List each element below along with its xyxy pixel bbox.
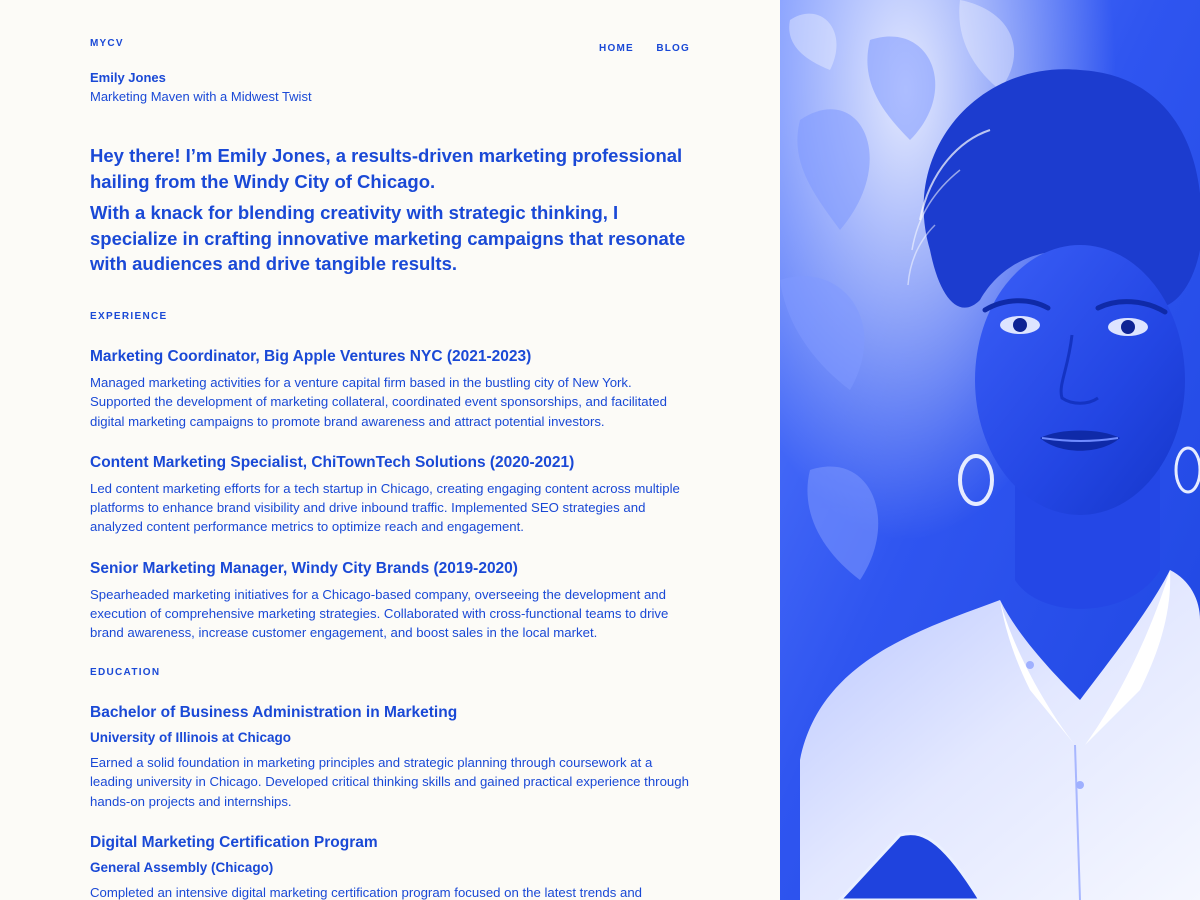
nav-links: HOME BLOG bbox=[581, 38, 690, 56]
education-entry: Digital Marketing Certification Program … bbox=[90, 833, 690, 900]
experience-entry: Content Marketing Specialist, ChiTownTec… bbox=[90, 453, 690, 537]
education-title: Bachelor of Business Administration in M… bbox=[90, 704, 458, 721]
education-school: General Assembly (Chicago) bbox=[90, 859, 274, 875]
education-section: EDUCATION Bachelor of Business Administr… bbox=[90, 667, 690, 900]
person-name: Emily Jones bbox=[90, 70, 166, 85]
experience-title: Content Marketing Specialist, ChiTownTec… bbox=[90, 453, 575, 471]
experience-section: EXPERIENCE Marketing Coordinator, Big Ap… bbox=[90, 311, 690, 643]
person-tagline: Marketing Maven with a Midwest Twist bbox=[90, 89, 312, 104]
experience-description: Managed marketing activities for a ventu… bbox=[90, 375, 667, 429]
intro-section: Hey there! I’m Emily Jones, a results-dr… bbox=[90, 143, 690, 283]
experience-description: Led content marketing efforts for a tech… bbox=[90, 480, 680, 535]
education-entry: Bachelor of Business Administration in M… bbox=[90, 703, 690, 811]
education-description: Earned a solid foundation in marketing p… bbox=[90, 755, 689, 809]
education-description: Completed an intensive digital marketing… bbox=[90, 884, 642, 900]
experience-entry: Marketing Coordinator, Big Apple Venture… bbox=[90, 347, 690, 431]
portrait-illustration bbox=[780, 0, 1200, 900]
top-navigation: MYCV HOME BLOG bbox=[90, 38, 690, 54]
experience-title: Senior Marketing Manager, Windy City Bra… bbox=[90, 559, 518, 577]
portrait-photo bbox=[780, 0, 1200, 900]
education-school: University of Illinois at Chicago bbox=[90, 730, 292, 745]
experience-description: Spearheaded marketing initiatives for a … bbox=[90, 586, 669, 641]
section-heading-education: EDUCATION bbox=[90, 667, 161, 678]
section-heading-experience: EXPERIENCE bbox=[90, 311, 168, 322]
brand-logo-link[interactable]: MYCV bbox=[90, 38, 124, 49]
experience-entry: Senior Marketing Manager, Windy City Bra… bbox=[90, 559, 690, 643]
intro-paragraph: With a knack for blending creativity wit… bbox=[90, 202, 686, 274]
nav-link-blog[interactable]: BLOG bbox=[656, 43, 690, 54]
resume-page: MYCV HOME BLOG Emily Jones Marketing Mav… bbox=[0, 0, 780, 900]
intro-paragraph: Hey there! I’m Emily Jones, a results-dr… bbox=[90, 145, 683, 192]
experience-title: Marketing Coordinator, Big Apple Venture… bbox=[90, 348, 532, 365]
education-title: Digital Marketing Certification Program bbox=[90, 833, 378, 851]
nav-link-home[interactable]: HOME bbox=[599, 43, 634, 54]
